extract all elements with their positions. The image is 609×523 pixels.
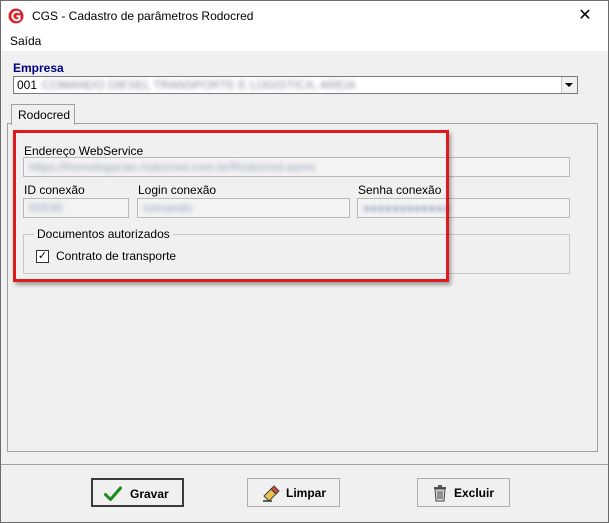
- empresa-label: Empresa: [13, 61, 64, 75]
- app-logo-icon: [8, 8, 24, 24]
- excluir-label: Excluir: [454, 486, 495, 500]
- eraser-icon: [263, 485, 280, 502]
- chevron-down-icon[interactable]: [561, 77, 577, 93]
- window-title: CGS - Cadastro de parâmetros Rodocred: [32, 9, 254, 23]
- menu-bar: Saída: [1, 31, 608, 51]
- tab-label: Rodocred: [18, 108, 71, 122]
- gravar-label: Gravar: [130, 487, 169, 501]
- empresa-name: COMANDO DIESEL TRANSPORTE E LOGISTICA, A…: [42, 78, 356, 92]
- gravar-button[interactable]: Gravar: [91, 478, 184, 507]
- close-button[interactable]: ✕: [562, 1, 608, 31]
- close-icon: ✕: [578, 7, 592, 24]
- tab-rodocred[interactable]: Rodocred: [11, 104, 75, 125]
- empresa-select[interactable]: 001 COMANDO DIESEL TRANSPORTE E LOGISTIC…: [13, 76, 578, 94]
- trash-icon: [434, 485, 446, 502]
- main-window: CGS - Cadastro de parâmetros Rodocred ✕ …: [0, 0, 609, 523]
- highlight-annotation: [13, 130, 449, 282]
- title-bar: CGS - Cadastro de parâmetros Rodocred ✕: [1, 1, 608, 31]
- menu-item-saida[interactable]: Saída: [10, 34, 41, 48]
- bottom-separator: [1, 464, 608, 465]
- check-icon: [104, 486, 122, 501]
- excluir-button[interactable]: Excluir: [417, 478, 510, 507]
- limpar-label: Limpar: [286, 486, 327, 500]
- empresa-code: 001: [17, 78, 38, 92]
- limpar-button[interactable]: Limpar: [247, 478, 340, 507]
